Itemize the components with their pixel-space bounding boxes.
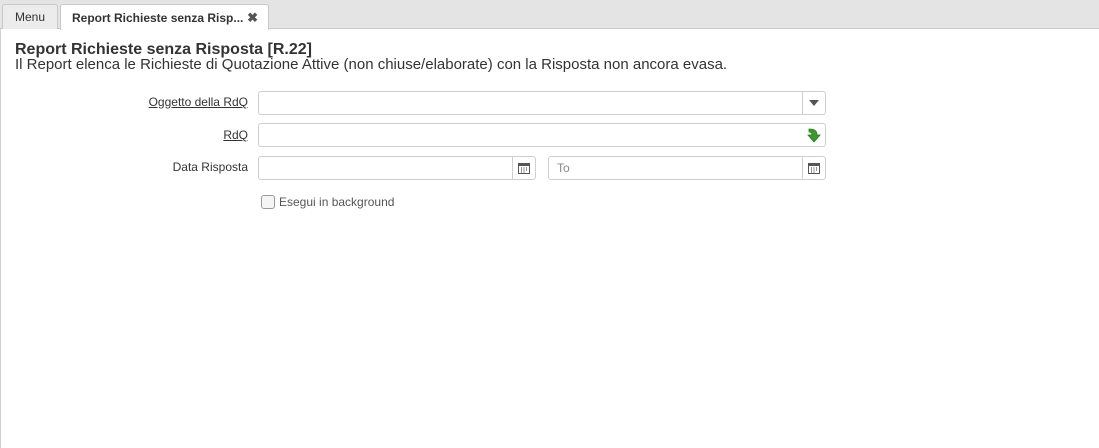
- background-option[interactable]: Esegui in background: [261, 195, 394, 209]
- frame-border: [0, 29, 1, 448]
- oggetto-select[interactable]: [258, 91, 826, 115]
- tab-menu-label: Menu: [14, 10, 46, 24]
- data-risposta-to-input[interactable]: [549, 157, 803, 179]
- tab-report-label: Report Richieste senza Risp...: [72, 10, 244, 25]
- data-risposta-from-input[interactable]: [259, 157, 513, 179]
- data-risposta-from[interactable]: [258, 156, 536, 180]
- background-checkbox[interactable]: [261, 195, 275, 209]
- background-checkbox-label[interactable]: Esegui in background: [279, 195, 394, 209]
- page-description: Il Report elenca le Richieste di Quotazi…: [15, 56, 728, 73]
- close-icon[interactable]: ✖: [247, 10, 258, 26]
- calendar-button-from[interactable]: [512, 157, 535, 179]
- data-risposta-to[interactable]: [548, 156, 826, 180]
- data-risposta-label: Data Risposta: [172, 160, 248, 174]
- calendar-icon: [808, 163, 820, 174]
- chevron-down-icon: [809, 100, 819, 106]
- oggetto-input[interactable]: [259, 92, 803, 114]
- rdq-search-field[interactable]: [258, 123, 826, 147]
- rdq-label[interactable]: RdQ: [223, 128, 248, 142]
- rdq-zoom-button[interactable]: [803, 124, 825, 146]
- calendar-icon: [518, 163, 530, 174]
- tab-menu[interactable]: Menu: [2, 4, 58, 29]
- green-arrow-zoom-icon: [807, 128, 821, 143]
- tab-report[interactable]: Report Richieste senza Risp... ✖: [60, 4, 269, 30]
- calendar-button-to[interactable]: [802, 157, 825, 179]
- oggetto-label[interactable]: Oggetto della RdQ: [149, 95, 248, 109]
- oggetto-dropdown-button[interactable]: [802, 92, 825, 114]
- tab-bar: Menu Report Richieste senza Risp... ✖: [0, 0, 1099, 30]
- rdq-input[interactable]: [259, 124, 803, 146]
